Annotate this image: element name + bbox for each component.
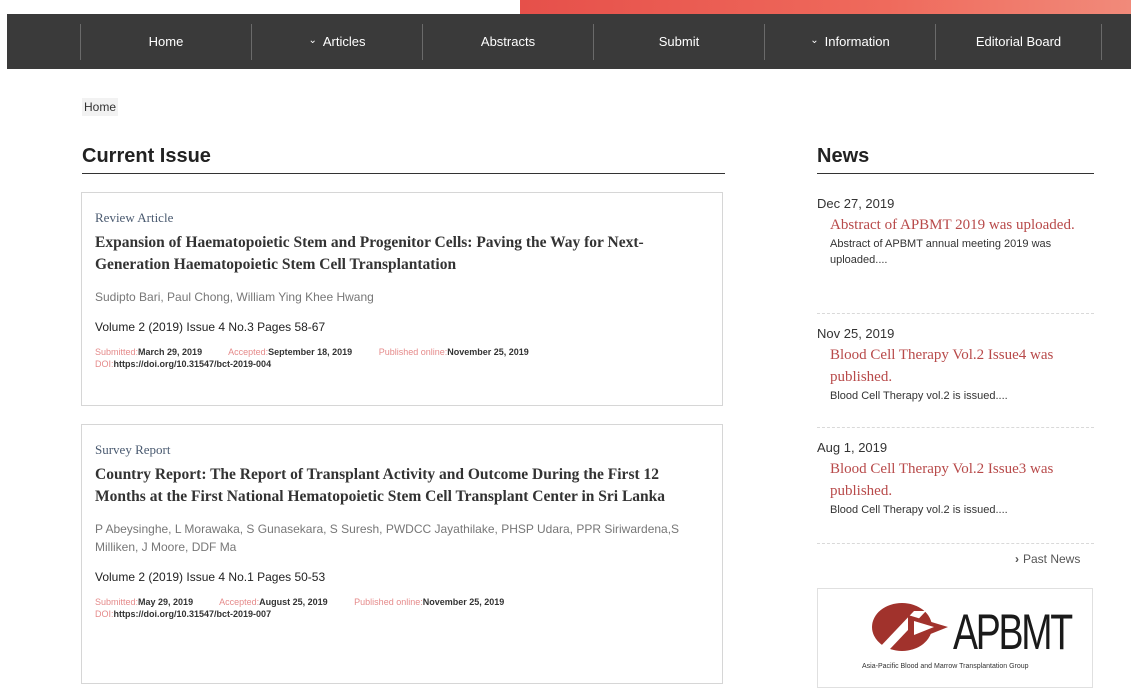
past-news-link[interactable]: › Past News — [1015, 552, 1080, 566]
apbmt-logo-subtitle: Asia-Pacific Blood and Marrow Transplant… — [862, 663, 1029, 670]
submitted-date: May 29, 2019 — [138, 597, 194, 607]
nav-articles[interactable]: ⌄ Articles — [251, 23, 422, 60]
news-title-link[interactable]: Abstract of APBMT 2019 was uploaded. — [830, 214, 1094, 236]
nav-articles-label: Articles — [322, 34, 366, 49]
article-dates: Submitted:March 29, 2019 Accepted:Septem… — [95, 346, 709, 370]
news-summary: Abstract of APBMT annual meeting 2019 wa… — [830, 238, 1052, 266]
accepted-date: August 25, 2019 — [259, 597, 328, 607]
header-decoration — [520, 0, 1131, 14]
submitted-label: Submitted: — [95, 597, 139, 607]
apbmt-logo-mark-icon — [872, 603, 948, 651]
accepted-label: Accepted: — [228, 347, 269, 357]
submitted-date: March 29, 2019 — [138, 347, 203, 357]
news-summary: Blood Cell Therapy vol.2 is issued.... — [830, 390, 1008, 402]
article-card: Survey Report Country Report: The Report… — [81, 424, 723, 684]
nav-abstracts[interactable]: Abstracts — [422, 23, 593, 60]
chevron-down-icon: ⌄ — [308, 35, 317, 46]
nav-home[interactable]: Home — [80, 23, 251, 60]
apbmt-banner[interactable]: APBMT Asia-Pacific Blood and Marrow Tran… — [817, 588, 1093, 688]
news-heading: News — [817, 145, 1094, 174]
nav-submit-label: Submit — [658, 34, 700, 49]
nav-editorial-board[interactable]: Editorial Board — [935, 23, 1102, 60]
doi-link[interactable]: https://doi.org/10.31547/bct-2019-007 — [114, 609, 272, 619]
article-volume: Volume 2 (2019) Issue 4 No.1 Pages 50-53 — [95, 570, 326, 584]
breadcrumb[interactable]: Home — [82, 98, 119, 116]
nav-editorial-board-label: Editorial Board — [975, 34, 1062, 49]
news-item: Aug 1, 2019 Blood Cell Therapy Vol.2 Iss… — [817, 440, 1094, 544]
news-date: Dec 27, 2019 — [817, 196, 895, 211]
article-type: Survey Report — [95, 442, 171, 457]
published-label: Published online: — [354, 597, 423, 607]
accepted-date: September 18, 2019 — [268, 347, 353, 357]
article-dates: Submitted:May 29, 2019 Accepted:August 2… — [95, 596, 709, 620]
news-title-link[interactable]: Blood Cell Therapy Vol.2 Issue3 was publ… — [830, 458, 1094, 502]
news-summary: Blood Cell Therapy vol.2 is issued.... — [830, 504, 1008, 516]
published-date: November 25, 2019 — [422, 597, 505, 607]
doi-label: DOI: — [95, 359, 114, 369]
nav-information-label: Information — [824, 34, 890, 49]
doi-link[interactable]: https://doi.org/10.31547/bct-2019-004 — [114, 359, 272, 369]
nav-home-label: Home — [148, 34, 184, 49]
past-news-label: Past News — [1023, 552, 1081, 566]
chevron-down-icon: ⌄ — [810, 35, 819, 46]
accepted-label: Accepted: — [219, 597, 260, 607]
article-card: Review Article Expansion of Haematopoiet… — [81, 192, 723, 406]
nav-information[interactable]: ⌄ Information — [764, 23, 935, 60]
apbmt-logo-text: APBMT — [953, 604, 1073, 660]
article-type: Review Article — [95, 210, 174, 225]
article-volume: Volume 2 (2019) Issue 4 No.3 Pages 58-67 — [95, 320, 326, 334]
published-date: November 25, 2019 — [447, 347, 529, 357]
article-title-link[interactable]: Country Report: The Report of Transplant… — [95, 464, 709, 508]
current-issue-heading: Current Issue — [82, 145, 725, 174]
main-navbar: Home ⌄ Articles Abstracts Submit ⌄ Infor… — [7, 14, 1131, 69]
submitted-label: Submitted: — [95, 347, 139, 357]
news-title-link[interactable]: Blood Cell Therapy Vol.2 Issue4 was publ… — [830, 344, 1094, 388]
article-title-link[interactable]: Expansion of Haematopoietic Stem and Pro… — [95, 232, 709, 276]
news-item: Nov 25, 2019 Blood Cell Therapy Vol.2 Is… — [817, 326, 1094, 428]
chevron-right-icon: › — [1015, 552, 1019, 566]
published-label: Published online: — [378, 347, 448, 357]
article-authors: Sudipto Bari, Paul Chong, William Ying K… — [95, 290, 374, 304]
article-authors: P Abeysinghe, L Morawaka, S Gunasekara, … — [95, 522, 680, 554]
news-date: Nov 25, 2019 — [817, 326, 895, 341]
doi-label: DOI: — [95, 609, 114, 619]
nav-submit[interactable]: Submit — [593, 23, 764, 60]
news-date: Aug 1, 2019 — [817, 440, 888, 455]
news-item: Dec 27, 2019 Abstract of APBMT 2019 was … — [817, 196, 1094, 314]
nav-abstracts-label: Abstracts — [480, 34, 536, 49]
